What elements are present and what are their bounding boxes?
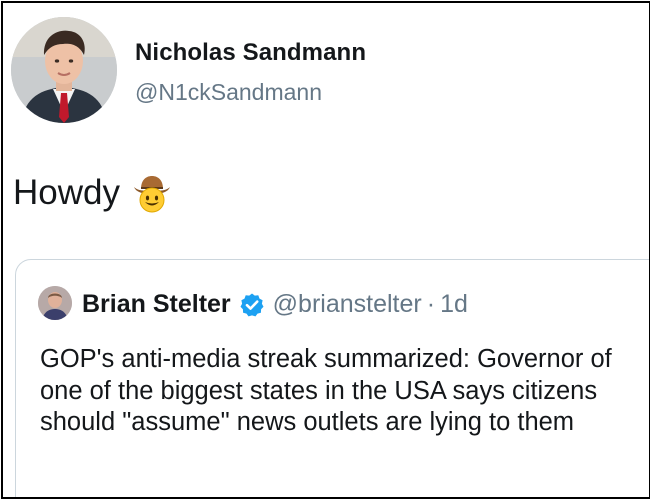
quoted-tweet-header: Brian Stelter @brianstelter · 1d xyxy=(82,290,468,319)
author-name[interactable]: Nicholas Sandmann xyxy=(135,39,366,67)
author-handle[interactable]: @N1ckSandmann xyxy=(135,79,322,106)
quoted-author-handle[interactable]: @brianstelter xyxy=(273,290,422,319)
tweet-text: Howdy xyxy=(13,173,120,212)
quoted-author-name[interactable]: Brian Stelter xyxy=(82,290,231,319)
quoted-tweet-time[interactable]: 1d xyxy=(440,290,468,319)
quoted-tweet-text: GOP's anti-media streak summarized: Gove… xyxy=(40,345,612,436)
verified-badge-icon xyxy=(239,292,265,318)
tweet-screenshot: Nicholas Sandmann @N1ckSandmann Howdy Br… xyxy=(1,1,650,499)
author-avatar[interactable] xyxy=(11,17,117,123)
separator-dot: · xyxy=(426,290,436,318)
cowboy-hat-face-icon xyxy=(132,173,172,213)
quoted-tweet-card[interactable]: Brian Stelter @brianstelter · 1d GOP's a… xyxy=(15,259,649,497)
quoted-author-avatar[interactable] xyxy=(38,286,72,320)
tweet-body: Howdy xyxy=(13,173,172,213)
